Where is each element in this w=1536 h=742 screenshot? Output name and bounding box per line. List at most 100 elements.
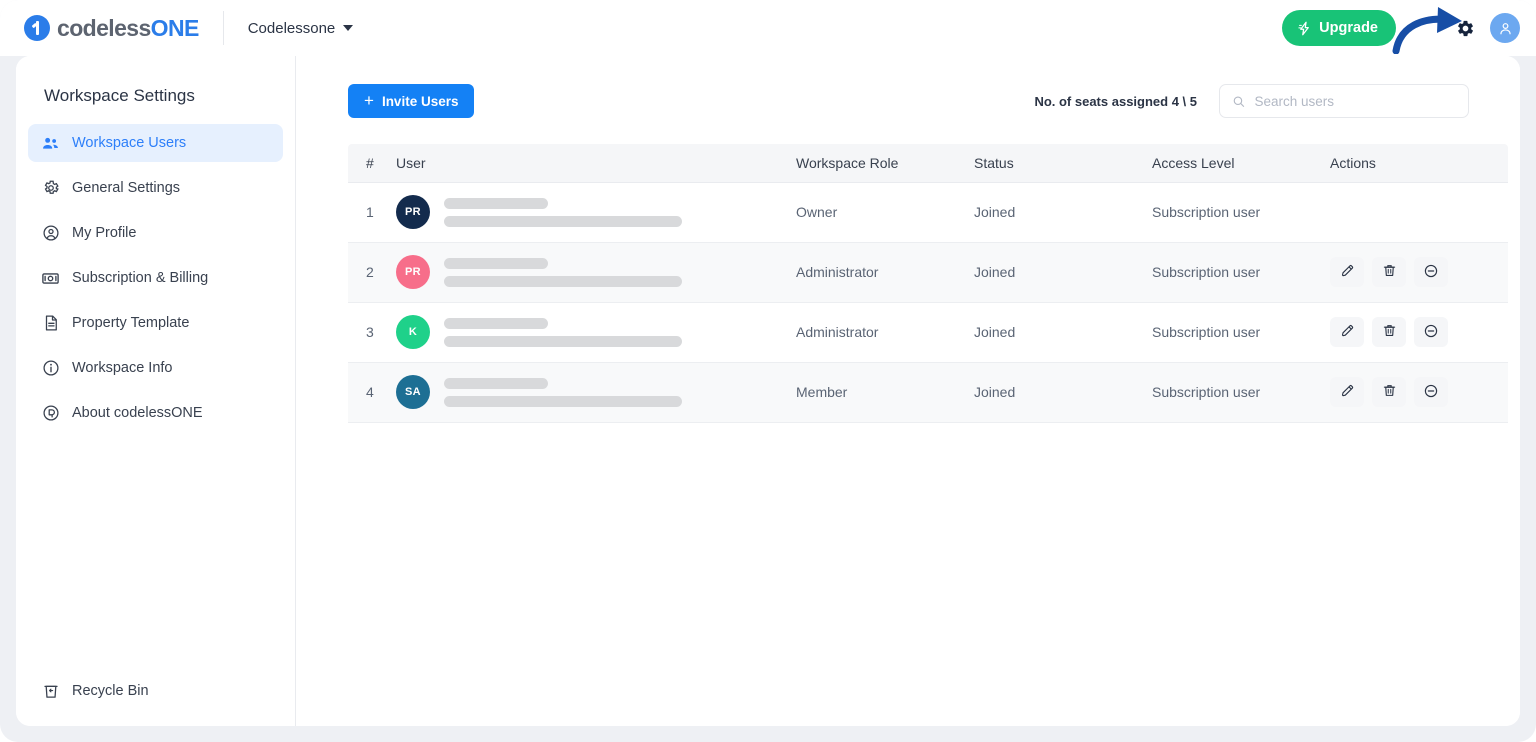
column-header-status[interactable]: Status <box>974 144 1152 183</box>
workspace-role-cell: Member <box>796 362 974 423</box>
invite-users-label: Invite Users <box>381 93 459 109</box>
sidebar-item-about-codelessone[interactable]: About codelessONE <box>28 394 283 432</box>
chevron-down-icon <box>343 25 354 31</box>
main-panel: + Invite Users No. of seats assigned 4 \… <box>297 56 1520 726</box>
users-table: # User Workspace Role Status Access Leve… <box>348 144 1508 423</box>
toolbar: + Invite Users No. of seats assigned 4 \… <box>297 82 1520 120</box>
settings-gear-button[interactable] <box>1448 11 1482 45</box>
upgrade-label: Upgrade <box>1319 20 1378 36</box>
gear-icon <box>1457 20 1473 36</box>
workspace-selector[interactable]: Codelessone <box>248 20 354 37</box>
disable-button[interactable] <box>1414 377 1448 407</box>
table-row[interactable]: 4 SA Member Joined Subscription user <box>348 362 1508 423</box>
edit-icon <box>1340 323 1355 341</box>
workspace-role-cell: Administrator <box>796 302 974 363</box>
row-number: 3 <box>348 302 396 363</box>
trash-button[interactable] <box>1372 257 1406 287</box>
disable-icon <box>1423 263 1439 282</box>
column-header-user[interactable]: User <box>396 144 796 183</box>
redacted-email-bar <box>444 335 682 347</box>
workspace-name-label: Codelessone <box>247 19 336 37</box>
sidebar-item-my-profile[interactable]: My Profile <box>28 214 283 252</box>
trash-button[interactable] <box>1372 377 1406 407</box>
access-level-cell: Subscription user <box>1152 302 1330 363</box>
trash-button[interactable] <box>1372 317 1406 347</box>
logo-text-part2: ONE <box>150 14 200 41</box>
logo-mark-icon <box>24 15 50 41</box>
top-bar: codelessONE Codelessone Upgrade <box>0 0 1536 56</box>
gear-icon <box>41 179 60 198</box>
sidebar-item-subscription-billing[interactable]: Subscription & Billing <box>28 259 283 297</box>
workspace-role-cell: Administrator <box>796 242 974 303</box>
disable-button[interactable] <box>1414 257 1448 287</box>
sidebar-item-workspace-users[interactable]: Workspace Users <box>28 124 283 162</box>
avatar: PR <box>396 195 430 229</box>
actions-cell <box>1330 362 1508 423</box>
info-circle-icon <box>41 359 60 378</box>
disable-icon <box>1423 323 1439 342</box>
trash-icon <box>1382 323 1397 341</box>
seats-assigned-label: No. of seats assigned 4 \ 5 <box>1034 93 1197 109</box>
actions-cell <box>1330 302 1508 363</box>
sidebar-nav: Workspace Users General Settings My Prof… <box>16 124 295 432</box>
workspace-role-cell: Owner <box>796 182 974 243</box>
search-input[interactable] <box>1254 93 1456 109</box>
sidebar-item-property-template[interactable]: Property Template <box>28 304 283 342</box>
redacted-user-name <box>444 197 682 227</box>
user-circle-icon <box>41 224 60 243</box>
redacted-email-bar <box>444 215 682 227</box>
column-header-access[interactable]: Access Level <box>1152 144 1330 183</box>
trash-icon <box>1382 383 1397 401</box>
redacted-name-bar <box>444 257 548 269</box>
banknote-icon <box>41 269 60 288</box>
avatar: K <box>396 315 430 349</box>
table-header: # User Workspace Role Status Access Leve… <box>348 144 1508 183</box>
edit-icon <box>1340 383 1355 401</box>
column-header-num[interactable]: # <box>348 144 396 183</box>
sidebar-item-general-settings[interactable]: General Settings <box>28 169 283 207</box>
table-header-row: # User Workspace Role Status Access Leve… <box>348 144 1508 183</box>
user-avatar-button[interactable] <box>1490 13 1520 43</box>
table-row[interactable]: 3 K Administrator Joined Subscription user <box>348 302 1508 363</box>
invite-users-button[interactable]: + Invite Users <box>348 84 475 118</box>
document-icon <box>41 314 60 333</box>
avatar: PR <box>396 255 430 289</box>
edit-button[interactable] <box>1330 377 1364 407</box>
redacted-user-name <box>444 317 682 347</box>
status-cell: Joined <box>974 242 1152 303</box>
content-card: Workspace Settings Workspace Users Gener… <box>16 56 1520 726</box>
redacted-name-bar <box>444 377 548 389</box>
row-number: 2 <box>348 242 396 303</box>
users-group-icon <box>41 134 60 153</box>
sidebar-item-label: Workspace Users <box>72 135 187 151</box>
status-cell: Joined <box>974 302 1152 363</box>
upgrade-button[interactable]: Upgrade <box>1282 10 1396 46</box>
actions-cell <box>1330 242 1508 303</box>
sidebar-item-workspace-info[interactable]: Workspace Info <box>28 349 283 387</box>
search-icon <box>1233 95 1245 107</box>
table-row[interactable]: 2 PR Administrator Joined Subscription user <box>348 242 1508 303</box>
user-cell: PR <box>396 182 796 243</box>
sidebar-item-label: My Profile <box>72 225 137 241</box>
user-cell: SA <box>396 362 796 423</box>
sidebar-item-label: Subscription & Billing <box>72 270 209 286</box>
sidebar-item-label: General Settings <box>72 180 181 196</box>
sidebar-item-recycle-bin[interactable]: Recycle Bin <box>28 672 284 710</box>
app-logo[interactable]: codelessONE <box>24 15 199 42</box>
app-window: codelessONE Codelessone Upgrade Workspac… <box>0 0 1536 742</box>
logo-text: codelessONE <box>57 15 199 42</box>
redacted-user-name <box>444 257 682 287</box>
row-number: 4 <box>348 362 396 423</box>
table-row[interactable]: 1 PR Owner Joined Subscription user <box>348 182 1508 243</box>
about-badge-icon <box>41 404 60 423</box>
edit-button[interactable] <box>1330 257 1364 287</box>
search-box[interactable] <box>1219 84 1469 118</box>
column-header-role[interactable]: Workspace Role <box>796 144 974 183</box>
disable-button[interactable] <box>1414 317 1448 347</box>
plus-icon: + <box>364 91 374 110</box>
trash-icon <box>1382 263 1397 281</box>
row-number: 1 <box>348 182 396 243</box>
edit-button[interactable] <box>1330 317 1364 347</box>
topbar-divider <box>222 11 224 45</box>
status-cell: Joined <box>974 362 1152 423</box>
